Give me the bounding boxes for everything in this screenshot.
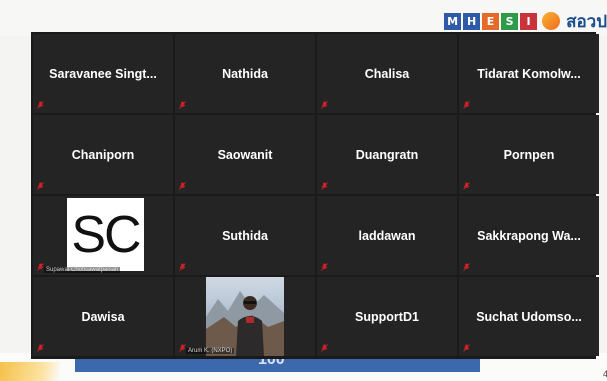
video-gallery: Saravanee Singt... Nathida Chalisa Tidarat … [31,32,599,359]
logo-letter-e: E [482,12,500,30]
participant-avatar: SC [67,198,144,271]
participant-tile[interactable]: Duangratn [317,115,457,194]
participant-tile[interactable]: Suthida [175,196,315,275]
logo-letter-m: M [444,12,462,30]
muted-mic-icon [463,182,470,190]
participant-name: Pornpen [503,147,555,162]
participant-name: Suthida [222,228,268,243]
participant-tile[interactable]: Chalisa [317,34,457,113]
participant-name: Sakkrapong Wa... [477,228,581,243]
participant-name: Nathida [222,66,268,81]
participant-name: Chalisa [364,66,410,81]
participant-name: laddawan [358,228,416,243]
logo-letter-s: S [501,12,519,30]
muted-mic-icon [179,263,186,271]
participant-label: Arum K. (NXPO) [186,348,235,354]
participant-tile[interactable]: Sakkrapong Wa... [459,196,599,275]
participant-name: Chaniporn [71,147,135,162]
participant-tile[interactable]: Tidarat Komolw... [459,34,599,113]
muted-mic-icon [321,263,328,271]
participant-tile[interactable]: laddawan [317,196,457,275]
muted-mic-icon [463,263,470,271]
participant-name: Saravanee Singt... [49,66,157,81]
slide-corner-mark: 4 [603,369,607,379]
muted-mic-icon [37,263,44,271]
participant-tile[interactable]: Arum K. (NXPO) [175,277,315,356]
participant-tile[interactable]: Dawisa [33,277,173,356]
participant-name: Tidarat Komolw... [477,66,581,81]
muted-mic-icon [37,182,44,190]
participant-tile[interactable]: SupportD1 [317,277,457,356]
participant-tile[interactable]: Saravanee Singt... [33,34,173,113]
participant-tile[interactable]: Saowanit [175,115,315,194]
muted-mic-icon [321,344,328,352]
muted-mic-icon [463,344,470,352]
participant-name: SupportD1 [355,309,419,324]
muted-mic-icon [179,101,186,109]
mhesi-logo: M H E S I สอวป [444,8,607,34]
participant-tile[interactable]: Chaniporn [33,115,173,194]
avatar-initials: SC [71,205,141,264]
logo-thai-text: สอวป [566,11,607,32]
participant-tile[interactable]: SC Supawat Chotisawatpaisan [33,196,173,275]
participant-tile[interactable]: Nathida [175,34,315,113]
participant-name: Suchat Udomso... [476,309,582,324]
muted-mic-icon [463,101,470,109]
muted-mic-icon [179,182,186,190]
logo-letter-h: H [463,12,481,30]
participant-video-photo [206,277,284,356]
logo-emblem-icon [542,12,561,30]
muted-mic-icon [37,101,44,109]
muted-mic-icon [37,344,44,352]
participant-tile[interactable]: Pornpen [459,115,599,194]
participant-label: Supawat Chotisawatpaisan [44,267,121,273]
participant-name: Saowanit [217,147,273,162]
muted-mic-icon [321,182,328,190]
participant-tile[interactable]: Suchat Udomso... [459,277,599,356]
muted-mic-icon [321,101,328,109]
participant-name: Duangratn [355,147,419,162]
muted-mic-icon [179,344,186,352]
participant-name: Dawisa [81,309,125,324]
logo-letter-i: I [520,12,538,30]
slide-footer-accent [0,362,60,381]
